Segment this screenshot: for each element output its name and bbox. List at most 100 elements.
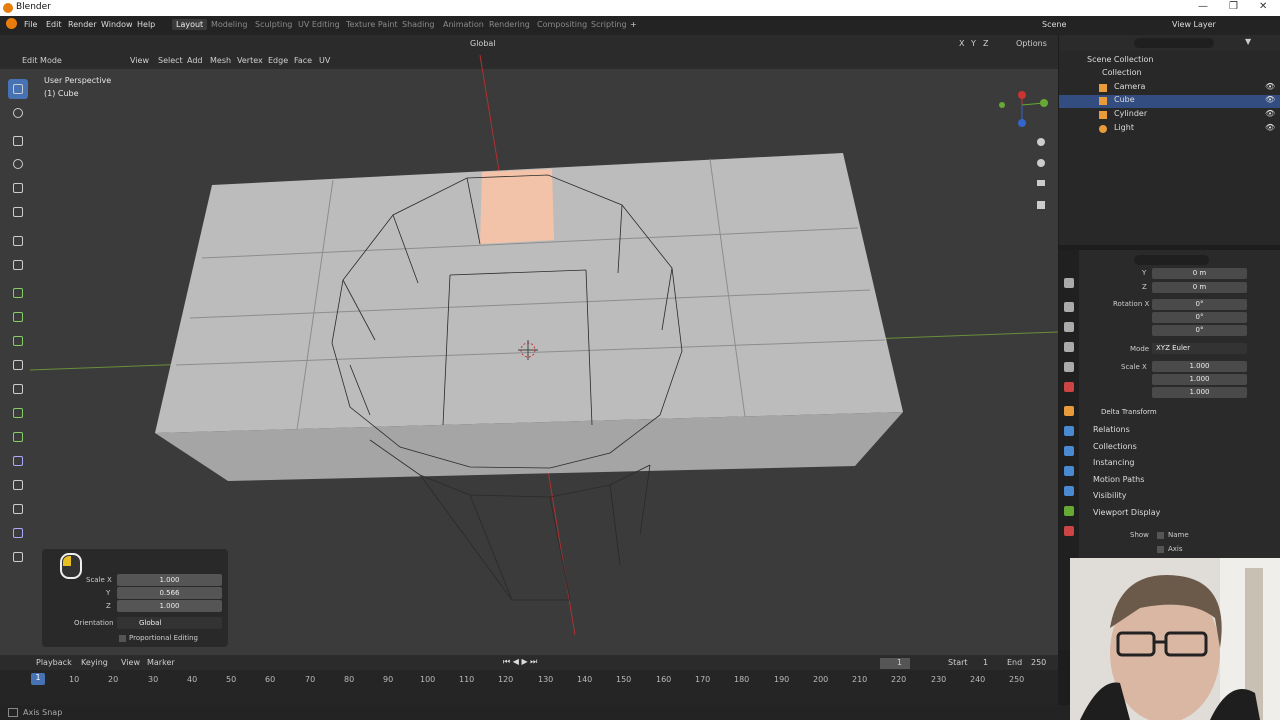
- start-field[interactable]: 1: [983, 658, 988, 667]
- minimize-icon[interactable]: —: [1198, 1, 1208, 12]
- scale-y-field[interactable]: 1.000: [1152, 374, 1247, 385]
- show-axis-checkbox[interactable]: [1157, 546, 1164, 553]
- constraints-tab-icon[interactable]: [1064, 486, 1074, 496]
- scale-tool[interactable]: [8, 178, 28, 198]
- show-name-checkbox[interactable]: [1157, 532, 1164, 539]
- scene-tab-icon[interactable]: [1064, 362, 1074, 372]
- menu-playback[interactable]: Playback: [36, 658, 72, 667]
- tab-modeling[interactable]: Modeling: [211, 20, 247, 29]
- menu-help[interactable]: Help: [137, 20, 155, 29]
- bevel-tool[interactable]: [8, 331, 28, 351]
- extrude-tool[interactable]: [8, 283, 28, 303]
- proportional-checkbox[interactable]: [119, 635, 126, 642]
- location-z-field[interactable]: 0 m: [1152, 282, 1247, 293]
- data-tab-icon[interactable]: [1064, 506, 1074, 516]
- tab-scripting[interactable]: Scripting: [591, 20, 627, 29]
- section-relations[interactable]: Relations: [1085, 425, 1275, 439]
- tab-animation[interactable]: Animation: [443, 20, 484, 29]
- location-y-field[interactable]: 0 m: [1152, 268, 1247, 279]
- outliner-item-cube[interactable]: Cube 👁: [1059, 95, 1280, 108]
- world-tab-icon[interactable]: [1064, 382, 1074, 392]
- select-box-tool[interactable]: [8, 79, 28, 99]
- shrink-fatten-tool[interactable]: [8, 499, 28, 519]
- tab-compositing[interactable]: Compositing: [537, 20, 587, 29]
- smooth-tool[interactable]: [8, 451, 28, 471]
- playback-controls-icon[interactable]: ⏮ ◀ ▶ ⏭: [503, 657, 537, 667]
- rotation-y-field[interactable]: 0°: [1152, 312, 1247, 323]
- measure-tool[interactable]: [8, 255, 28, 275]
- end-field[interactable]: 250: [1031, 658, 1046, 667]
- material-tab-icon[interactable]: [1064, 526, 1074, 536]
- tab-layout[interactable]: Layout: [172, 19, 208, 30]
- outliner-item-cylinder[interactable]: Cylinder 👁: [1059, 109, 1280, 122]
- menu-edit[interactable]: Edit: [46, 20, 62, 29]
- 3d-viewport[interactable]: Global X Y Z Options Edit Mode View Sele…: [0, 35, 1058, 655]
- tab-shading[interactable]: Shading: [402, 20, 435, 29]
- outliner-item-light[interactable]: Light 👁: [1059, 123, 1280, 136]
- scale-x-field[interactable]: 1.000: [1152, 361, 1247, 372]
- tab-uv-editing[interactable]: UV Editing: [298, 20, 340, 29]
- rotate-tool[interactable]: [8, 154, 28, 174]
- op-orientation-dropdown[interactable]: Global: [117, 617, 222, 629]
- outliner-item-camera[interactable]: Camera 👁: [1059, 82, 1280, 95]
- loop-cut-tool[interactable]: [8, 355, 28, 375]
- outliner[interactable]: ▼ Scene Collection Collection Camera 👁 Cu…: [1059, 35, 1280, 245]
- menu-render[interactable]: Render: [68, 20, 96, 29]
- section-viewport-display[interactable]: Viewport Display: [1085, 508, 1275, 522]
- filter-icon[interactable]: ▼: [1245, 37, 1251, 46]
- restore-icon[interactable]: ❐: [1229, 1, 1238, 12]
- rotation-x-field[interactable]: 0°: [1152, 299, 1247, 310]
- view-layer-selector[interactable]: View Layer: [1172, 20, 1216, 29]
- menu-marker[interactable]: Marker: [147, 658, 175, 667]
- output-tab-icon[interactable]: [1064, 322, 1074, 332]
- view-layer-tab-icon[interactable]: [1064, 342, 1074, 352]
- tab-rendering[interactable]: Rendering: [489, 20, 530, 29]
- section-motion-paths[interactable]: Motion Paths: [1085, 475, 1275, 489]
- poly-build-tool[interactable]: [8, 403, 28, 423]
- rotation-z-field[interactable]: 0°: [1152, 325, 1247, 336]
- op-y-field[interactable]: 0.566: [117, 587, 222, 599]
- rotation-mode-label: Mode: [1130, 345, 1150, 353]
- close-icon[interactable]: ✕: [1259, 1, 1267, 12]
- outliner-scene-collection[interactable]: Scene Collection: [1059, 55, 1280, 68]
- properties-search-input[interactable]: [1134, 255, 1209, 265]
- blender-menu-icon[interactable]: [6, 18, 17, 29]
- particles-tab-icon[interactable]: [1064, 446, 1074, 456]
- render-tab-icon[interactable]: [1064, 302, 1074, 312]
- inset-tool[interactable]: [8, 307, 28, 327]
- move-tool[interactable]: [8, 131, 28, 151]
- physics-tab-icon[interactable]: [1064, 466, 1074, 476]
- section-visibility[interactable]: Visibility: [1085, 491, 1275, 505]
- modifier-tab-icon[interactable]: [1064, 426, 1074, 436]
- transform-tool[interactable]: [8, 202, 28, 222]
- op-z-field[interactable]: 1.000: [117, 600, 222, 612]
- rotation-mode-dropdown[interactable]: XYZ Euler: [1152, 343, 1247, 354]
- object-tab-icon[interactable]: [1064, 406, 1074, 416]
- section-instancing[interactable]: Instancing: [1085, 458, 1275, 472]
- scale-z-field[interactable]: 1.000: [1152, 387, 1247, 398]
- current-frame-field[interactable]: 1: [880, 658, 910, 669]
- shear-tool[interactable]: [8, 523, 28, 543]
- outliner-collection[interactable]: Collection: [1059, 68, 1280, 81]
- section-collections[interactable]: Collections: [1085, 442, 1275, 456]
- menu-window[interactable]: Window: [101, 20, 133, 29]
- knife-tool[interactable]: [8, 379, 28, 399]
- tab-texture-paint[interactable]: Texture Paint: [346, 20, 398, 29]
- outliner-search-input[interactable]: [1134, 38, 1214, 48]
- rip-tool[interactable]: [8, 547, 28, 567]
- menu-file[interactable]: File: [24, 20, 37, 29]
- edge-slide-tool[interactable]: [8, 475, 28, 495]
- tab-sculpting[interactable]: Sculpting: [255, 20, 292, 29]
- playhead[interactable]: 1: [31, 673, 45, 685]
- annotate-tool[interactable]: [8, 231, 28, 251]
- tool-tab-icon[interactable]: [1064, 278, 1074, 288]
- op-scale-x-field[interactable]: 1.000: [117, 574, 222, 586]
- section-delta-transform[interactable]: Delta Transform: [1085, 408, 1275, 422]
- timeline[interactable]: Playback Keying View Marker ⏮ ◀ ▶ ⏭ 1 St…: [0, 655, 1058, 705]
- spin-tool[interactable]: [8, 427, 28, 447]
- cursor-tool[interactable]: [8, 103, 28, 123]
- scene-selector[interactable]: Scene: [1042, 20, 1066, 29]
- add-workspace-icon[interactable]: +: [630, 20, 637, 29]
- menu-keying[interactable]: Keying: [81, 658, 108, 667]
- menu-timeline-view[interactable]: View: [121, 658, 140, 667]
